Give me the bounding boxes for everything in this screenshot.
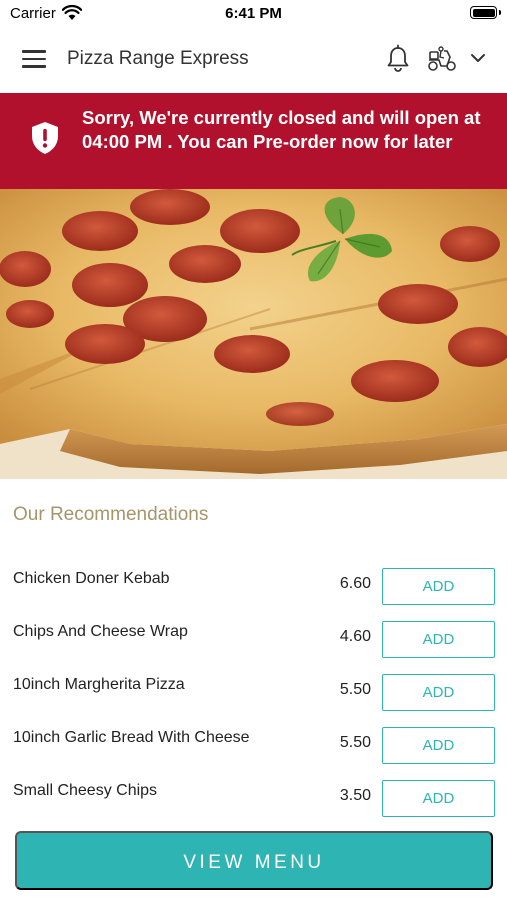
closed-notice-text: Sorry, We're currently closed and will o… bbox=[82, 107, 481, 152]
add-button[interactable]: ADD bbox=[382, 621, 495, 658]
closed-notice-banner: Sorry, We're currently closed and will o… bbox=[0, 93, 507, 189]
item-name: 10inch Margherita Pizza bbox=[13, 676, 185, 693]
add-button[interactable]: ADD bbox=[382, 727, 495, 764]
list-item: 10inch Garlic Bread With Cheese 5.50 ADD bbox=[0, 719, 507, 772]
item-price: 3.50 bbox=[339, 787, 371, 804]
list-item: Chips And Cheese Wrap 4.60 ADD bbox=[0, 613, 507, 666]
list-item: Small Cheesy Chips 3.50 ADD bbox=[0, 772, 507, 825]
list-item: 10inch Margherita Pizza 5.50 ADD bbox=[0, 666, 507, 719]
item-name: Small Cheesy Chips bbox=[13, 782, 158, 799]
item-name: 10inch Garlic Bread With Cheese bbox=[13, 729, 250, 746]
restaurant-title: Pizza Range Express bbox=[67, 48, 249, 69]
add-button[interactable]: ADD bbox=[382, 568, 495, 605]
app-header: Pizza Range Express bbox=[0, 28, 507, 92]
bell-icon[interactable] bbox=[386, 44, 410, 72]
item-price: 5.50 bbox=[339, 734, 371, 751]
pizza-hero-image bbox=[0, 189, 507, 479]
item-price: 4.60 bbox=[339, 628, 371, 645]
status-bar: Carrier 6:41 PM bbox=[0, 0, 507, 28]
item-price: 6.60 bbox=[339, 575, 371, 592]
menu-icon[interactable] bbox=[22, 50, 46, 68]
view-menu-button[interactable]: VIEW MENU bbox=[15, 831, 493, 890]
add-button[interactable]: ADD bbox=[382, 674, 495, 711]
item-name: Chicken Doner Kebab bbox=[13, 570, 170, 587]
recommendations-list: Chicken Doner Kebab 6.60 ADD Chips And C… bbox=[0, 560, 507, 825]
recommendations-heading: Our Recommendations bbox=[13, 504, 209, 525]
shield-alert-icon bbox=[32, 122, 58, 154]
item-price: 5.50 bbox=[339, 681, 371, 698]
clock-time: 6:41 PM bbox=[225, 5, 282, 22]
battery-icon bbox=[470, 6, 501, 19]
chevron-down-icon[interactable] bbox=[470, 52, 486, 64]
delivery-scooter-icon[interactable] bbox=[426, 46, 458, 72]
list-item: Chicken Doner Kebab 6.60 ADD bbox=[0, 560, 507, 613]
add-button[interactable]: ADD bbox=[382, 780, 495, 817]
item-name: Chips And Cheese Wrap bbox=[13, 623, 188, 640]
